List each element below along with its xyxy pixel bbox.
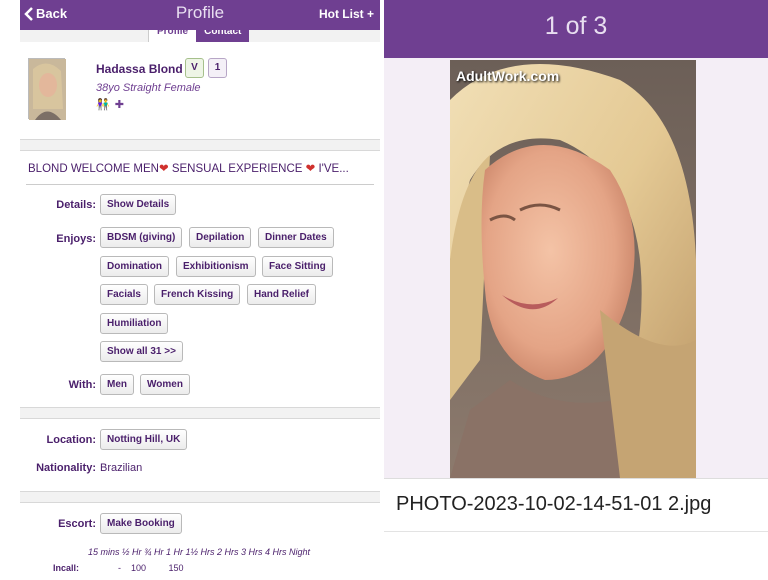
watermark-text: AdultWork.com [456,68,560,84]
enjoys-tag[interactable]: Dinner Dates [258,227,334,248]
details-label: Details: [56,199,96,211]
show-details-button[interactable]: Show Details [100,194,177,215]
count-badge[interactable]: 1 [208,58,227,78]
photo-counter: 1 of 3 [544,12,608,40]
headline-end: I'VE... [315,163,349,175]
profile-subtitle: 38yo Straight Female [96,82,201,94]
with-label: With: [68,379,96,391]
enjoys-tag[interactable]: Domination [100,256,169,277]
location-card: Location: Notting Hill, UK Nationality: … [20,418,380,492]
screenshot-composite: Back Profile Hot List + Profile Contact … [0,0,768,580]
headline-mid: SENSUAL EXPERIENCE [168,163,306,175]
location-label: Location: [46,434,97,446]
gender-icon: 👫 [96,99,111,111]
profile-photo[interactable]: AdultWork.com [450,60,696,478]
enjoys-tag[interactable]: Exhibitionism [176,256,256,277]
headline-start: BLOND WELCOME MEN [28,163,159,175]
photo-filename: PHOTO-2023-10-02-14-51-01 2.jpg [396,493,712,515]
enjoys-tag[interactable]: Facials [100,284,148,305]
enjoys-tag[interactable]: BDSM (giving) [100,227,183,248]
divider [384,531,768,532]
with-tag[interactable]: Men [100,374,134,395]
escort-label: Escort: [58,518,96,530]
avatar-portrait [29,59,66,120]
enjoys-label: Enjoys: [56,233,96,245]
verified-badge[interactable]: V [185,58,204,78]
make-booking-button[interactable]: Make Booking [100,513,182,534]
profile-screen: Back Profile Hot List + Profile Contact … [20,0,380,580]
incall-values: - 100 150 [118,563,184,573]
show-all-button[interactable]: Show all 31 >> [100,341,183,362]
enjoys-tag[interactable]: French Kissing [154,284,241,305]
enjoys-tag[interactable]: Depilation [189,227,252,248]
nationality-label: Nationality: [36,462,96,474]
heart-icon: ❤ [159,163,169,175]
profile-headline[interactable]: BLOND WELCOME MEN❤ SENSUAL EXPERIENCE ❤ … [28,161,372,175]
enjoys-tag[interactable]: Face Sitting [262,256,333,277]
with-tag[interactable]: Women [140,374,190,395]
description-card: BLOND WELCOME MEN❤ SENSUAL EXPERIENCE ❤ … [20,150,380,408]
incall-label: Incall: [53,563,80,573]
profile-summary-card: Hadassa Blond V 1 38yo Straight Female 👫… [20,42,380,140]
profile-name[interactable]: Hadassa Blond [96,62,183,76]
photo-viewer: 1 of 3 AdultWork.com PHOTO-2023-10-02-14… [384,0,768,580]
tab-bar: Profile Contact [148,30,250,42]
avatar[interactable] [28,58,66,120]
location-button[interactable]: Notting Hill, UK [100,429,188,450]
escort-card: Escort: Make Booking 15 mins ½ Hr ¾ Hr 1… [20,502,380,580]
tab-contact[interactable]: Contact [196,30,250,42]
photo-area: AdultWork.com [384,58,768,478]
hot-list-button[interactable]: Hot List + [319,7,374,21]
heart-icon: ❤ [305,163,316,175]
top-nav-bar: Back Profile Hot List + [20,0,380,30]
portrait-image [450,60,696,478]
enjoys-tag[interactable]: Hand Relief [247,284,317,305]
viewer-header: 1 of 3 [384,0,768,58]
rates-header: 15 mins ½ Hr ¾ Hr 1 Hr 1½ Hrs 2 Hrs 3 Hr… [88,547,311,557]
moped-icon: ✚ [114,99,125,111]
profile-status-icons: 👫 ✚ [96,98,125,111]
nationality-value: Brazilian [100,462,143,474]
divider [26,184,374,185]
filename-bar: PHOTO-2023-10-02-14-51-01 2.jpg [384,478,768,580]
tab-profile[interactable]: Profile [148,30,197,42]
enjoys-tag[interactable]: Humiliation [100,313,169,334]
